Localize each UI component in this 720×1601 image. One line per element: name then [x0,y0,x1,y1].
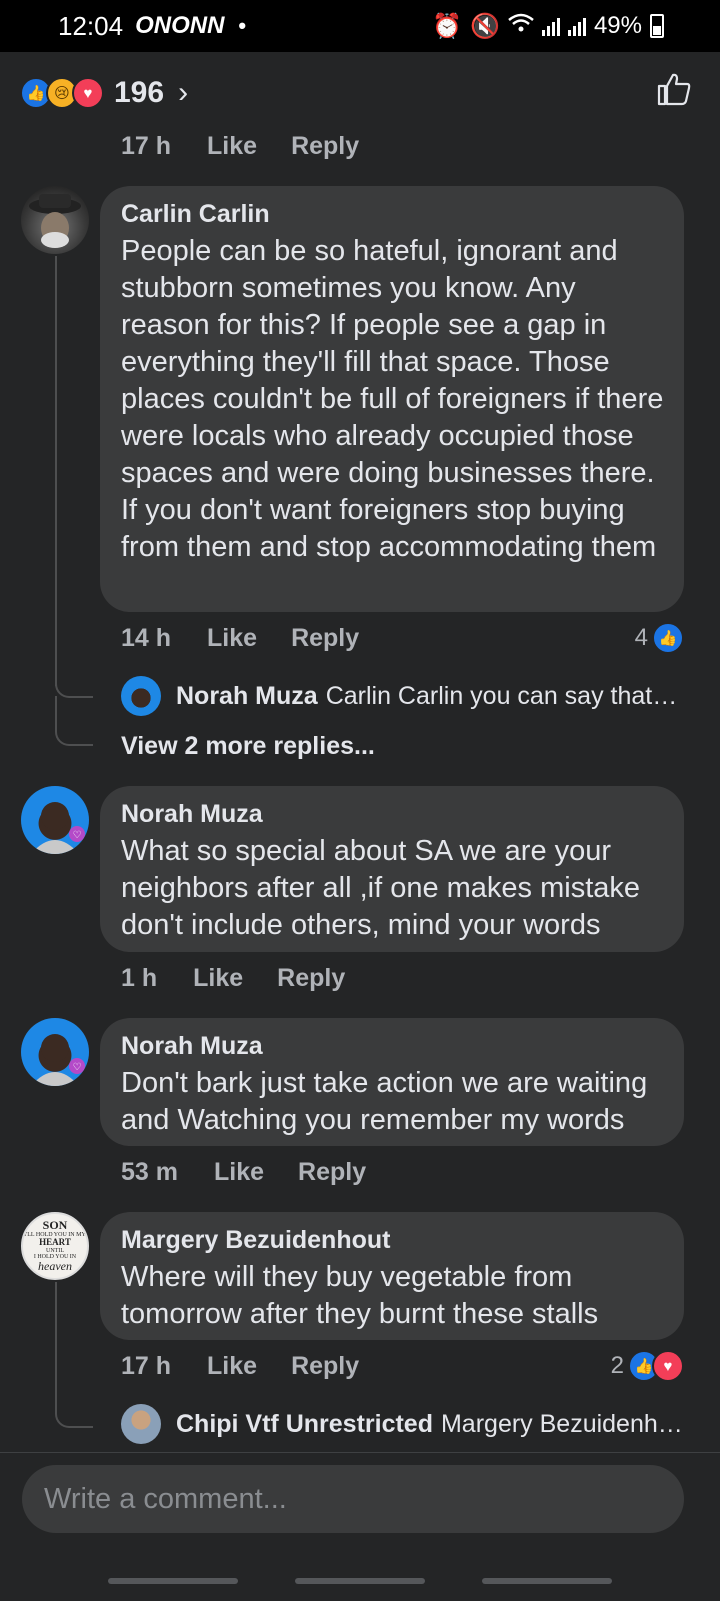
reply-link[interactable]: Reply [291,624,359,653]
battery-percent: 49% [593,12,642,39]
like-link[interactable]: Like [214,1158,264,1187]
comment-reactions[interactable]: 2 👍 ♥ [611,1350,684,1382]
comment-bubble[interactable]: Norah Muza Don't bark just take action w… [100,1018,684,1146]
like-button-icon[interactable] [656,72,692,115]
more-notifications-dot: • [238,13,247,38]
comment-text: Where will they buy vegetable from tomor… [121,1261,599,1330]
comment-time: 14 h [121,624,172,652]
comment-composer-area [0,1452,720,1601]
notification-app-icons: ONONN [135,12,225,39]
reaction-count: 196 [114,76,165,109]
status-time: 12:04 [58,10,124,41]
reply-avatar[interactable] [121,1404,161,1444]
nav-pill[interactable] [108,1578,239,1584]
nav-pill[interactable] [294,1578,425,1584]
comment-time: 53 m [121,1158,178,1186]
reaction-summary[interactable]: 👍 😢 ♥ 196 › [20,72,692,114]
comment-reactions[interactable]: 4 👍 [635,622,684,654]
like-reaction-icon: 👍 [652,622,684,654]
avatar-text-line: SON [42,1218,68,1233]
love-reaction-icon: ♥ [72,77,104,109]
comment-bubble[interactable]: Carlin Carlin People can be so hateful, … [100,186,684,612]
reaction-count: 2 [610,1352,624,1379]
comment-bubble[interactable]: Margery Bezuidenhout Where will they buy… [100,1212,684,1340]
comment-text: People can be so hateful, ignorant and s… [121,235,664,563]
comment-text: What so special about SA we are your nei… [121,835,641,941]
comment-actions: 1 h Like Reply [121,964,345,993]
like-link[interactable]: Like [207,624,257,653]
view-more-replies-link[interactable]: View 2 more replies... [121,732,375,761]
comment-text: Don't bark just take action we are waiti… [121,1067,648,1136]
comment-author[interactable]: Carlin Carlin [121,200,664,229]
love-reaction-icon: ♥ [652,1350,684,1382]
comment-bubble[interactable]: Norah Muza What so special about SA we a… [100,786,684,952]
reply-text: Margery Bezuidenho... [440,1410,684,1438]
status-bar: 12:04 ONONN • ⏰ 🔇 49% [0,0,720,52]
alarm-icon: ⏰ [432,12,463,40]
comment-actions: 14 h Like Reply [121,624,359,653]
avatar[interactable] [21,186,89,254]
avatar-artwork: SON I'LL HOLD YOU IN MY HEART UNTIL I HO… [24,1219,86,1273]
reply-preview[interactable]: Norah Muza Carlin Carlin you can say tha… [176,682,684,711]
avatar-text-line: heaven [38,1259,72,1274]
avatar[interactable]: SON I'LL HOLD YOU IN MY HEART UNTIL I HO… [21,1212,89,1280]
mute-icon: 🔇 [470,12,500,40]
gesture-nav-bar [0,1561,720,1601]
reply-connector [55,640,93,698]
comment-time: 1 h [121,964,158,992]
comment-input[interactable] [42,1481,684,1517]
reply-author[interactable]: Norah Muza [176,682,318,711]
notification-icons: ONONN • [135,12,246,40]
comment-actions: 53 m Like Reply [121,1158,366,1187]
avatar-text-line: HEART [39,1237,71,1248]
avatar[interactable]: ♡ [21,1018,89,1086]
comment-actions-top: 17 h Like Reply [121,132,359,161]
reply-link[interactable]: Reply [291,132,359,161]
chevron-right-icon: › [178,76,189,109]
comment-time: 17 h [121,132,172,160]
comment-author[interactable]: Margery Bezuidenhout [121,1226,664,1255]
reply-preview[interactable]: Chipi Vtf Unrestricted Margery Bezuidenh… [176,1410,684,1439]
thread-line [55,256,57,686]
like-link[interactable]: Like [193,964,243,993]
comment-author[interactable]: Norah Muza [121,800,664,829]
reply-connector [55,696,93,746]
reply-link[interactable]: Reply [277,964,345,993]
comment-actions: 17 h Like Reply [121,1352,359,1381]
comment-time: 17 h [121,1352,172,1380]
reaction-count: 4 [634,624,648,651]
wifi-icon [508,12,534,40]
reply-avatar[interactable] [121,676,161,716]
thread-line [55,1282,57,1412]
reply-link[interactable]: Reply [291,1352,359,1381]
comment-composer[interactable] [22,1465,684,1533]
nav-pill[interactable] [481,1578,612,1584]
reply-author[interactable]: Chipi Vtf Unrestricted [176,1410,433,1439]
reply-text: Carlin Carlin you can say that a... [325,682,684,710]
battery-icon [650,14,664,38]
comment-author[interactable]: Norah Muza [121,1032,664,1061]
signal-icon-1 [541,16,560,36]
svg-text:♡: ♡ [73,1062,82,1073]
status-right: ⏰ 🔇 49% [432,12,664,41]
signal-icon-2 [567,16,586,36]
like-link[interactable]: Like [207,132,257,161]
reply-link[interactable]: Reply [298,1158,366,1187]
avatar[interactable]: ♡ [21,786,89,854]
like-link[interactable]: Like [207,1352,257,1381]
svg-text:♡: ♡ [73,830,82,841]
reply-connector [55,1400,93,1428]
